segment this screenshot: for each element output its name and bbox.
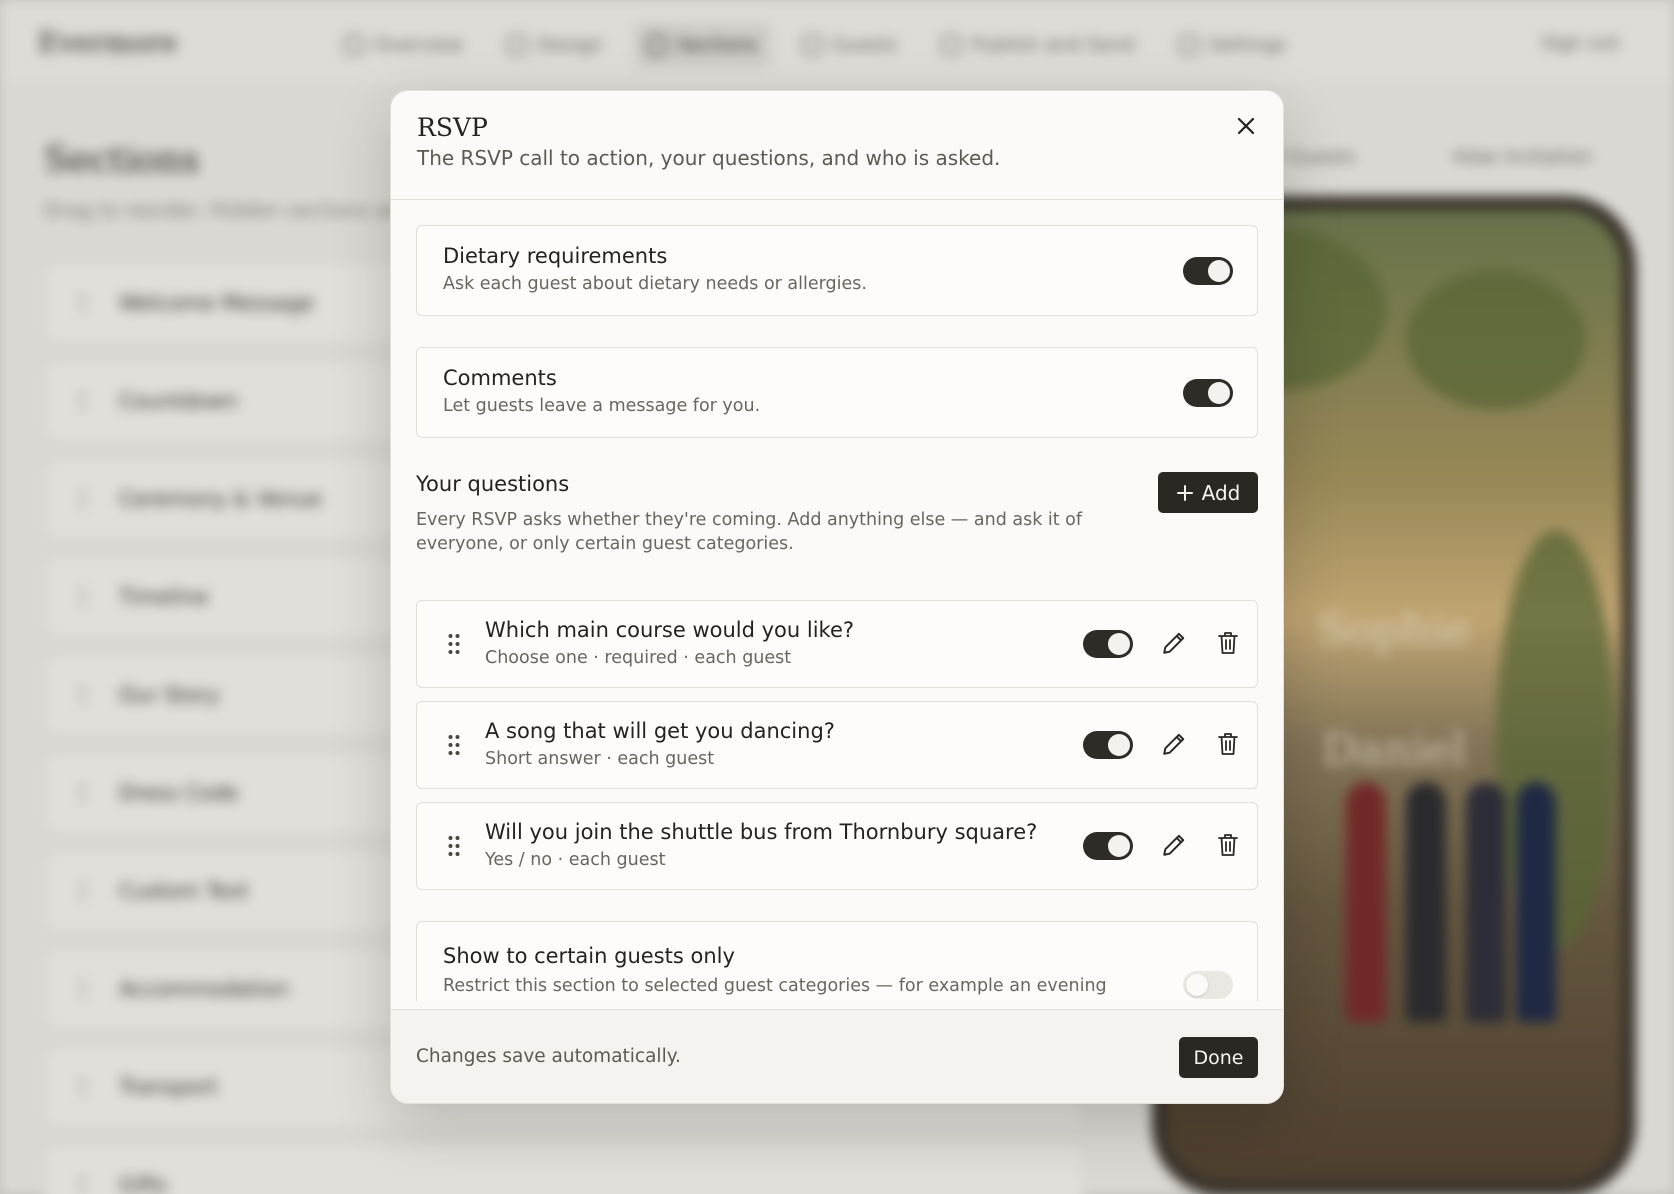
modal-body: Dietary requirements Ask each guest abou… — [391, 200, 1283, 1001]
comments-option-card: Comments Let guests leave a message for … — [416, 347, 1258, 438]
plus-icon — [1176, 484, 1193, 501]
option-description: Let guests leave a message for you. — [443, 396, 761, 416]
trash-icon — [1218, 733, 1238, 755]
toggle-knob — [1186, 974, 1208, 996]
close-button[interactable] — [1229, 109, 1263, 143]
questions-description: Every RSVP asks whether they're coming. … — [416, 510, 1083, 554]
dietary-toggle[interactable] — [1183, 257, 1233, 285]
question-card: Will you join the shuttle bus from Thorn… — [416, 802, 1258, 890]
questions-header: Your questions Every RSVP asks whether t… — [416, 472, 1258, 578]
option-title: Comments — [443, 366, 557, 390]
question-card: A song that will get you dancing? Short … — [416, 701, 1258, 789]
option-description: Restrict this section to selected guest … — [443, 976, 1107, 1001]
modal-title: RSVP — [417, 113, 488, 142]
add-label: Add — [1201, 480, 1241, 505]
delete-question-button[interactable] — [1213, 729, 1243, 759]
done-button[interactable]: Done — [1179, 1037, 1258, 1078]
comments-toggle[interactable] — [1183, 379, 1233, 407]
pencil-icon — [1163, 834, 1185, 856]
question-text: Will you join the shuttle bus from Thorn… — [485, 820, 1037, 870]
edit-question-button[interactable] — [1159, 729, 1189, 759]
question-card: Which main course would you like? Choose… — [416, 600, 1258, 688]
trash-icon — [1218, 834, 1238, 856]
edit-question-button[interactable] — [1159, 830, 1189, 860]
question-meta: Choose one · required · each guest — [485, 648, 792, 668]
question-meta: Yes / no · each guest — [485, 850, 666, 870]
question-label: Which main course would you like? — [485, 618, 855, 642]
toggle-knob — [1108, 633, 1130, 655]
modal-subtitle: The RSVP call to action, your questions,… — [417, 146, 1001, 170]
delete-question-button[interactable] — [1213, 830, 1243, 860]
trash-icon — [1218, 632, 1238, 654]
toggle-knob — [1208, 382, 1230, 404]
question-label: A song that will get you dancing? — [485, 719, 835, 743]
question-text: A song that will get you dancing? Short … — [485, 719, 835, 769]
edit-question-button[interactable] — [1159, 628, 1189, 658]
drag-handle-icon[interactable] — [447, 734, 461, 756]
modal-header: RSVP The RSVP call to action, your quest… — [391, 91, 1283, 200]
question-label: Will you join the shuttle bus from Thorn… — [485, 820, 1038, 844]
question-toggle[interactable] — [1083, 832, 1133, 860]
rsvp-modal: RSVP The RSVP call to action, your quest… — [390, 90, 1284, 1104]
restrict-guests-toggle[interactable] — [1183, 971, 1233, 999]
delete-question-button[interactable] — [1213, 628, 1243, 658]
question-text: Which main course would you like? Choose… — [485, 618, 854, 668]
questions-title: Your questions — [416, 472, 570, 496]
question-meta: Short answer · each guest — [485, 749, 715, 769]
autosave-note: Changes save automatically. — [416, 1046, 681, 1067]
pencil-icon — [1163, 632, 1185, 654]
drag-handle-icon[interactable] — [447, 633, 461, 655]
dietary-option-card: Dietary requirements Ask each guest abou… — [416, 225, 1258, 316]
modal-footer: Changes save automatically. Done — [391, 1009, 1283, 1103]
question-toggle[interactable] — [1083, 731, 1133, 759]
close-icon — [1237, 117, 1255, 135]
restrict-guests-card: Show to certain guests only Restrict thi… — [416, 921, 1258, 1001]
option-title: Dietary requirements — [443, 244, 668, 268]
drag-handle-icon[interactable] — [447, 835, 461, 857]
add-question-button[interactable]: Add — [1158, 472, 1258, 513]
question-toggle[interactable] — [1083, 630, 1133, 658]
toggle-knob — [1108, 835, 1130, 857]
pencil-icon — [1163, 733, 1185, 755]
toggle-knob — [1208, 260, 1230, 282]
option-description: Ask each guest about dietary needs or al… — [443, 274, 867, 294]
option-title: Show to certain guests only — [443, 944, 735, 968]
toggle-knob — [1108, 734, 1130, 756]
